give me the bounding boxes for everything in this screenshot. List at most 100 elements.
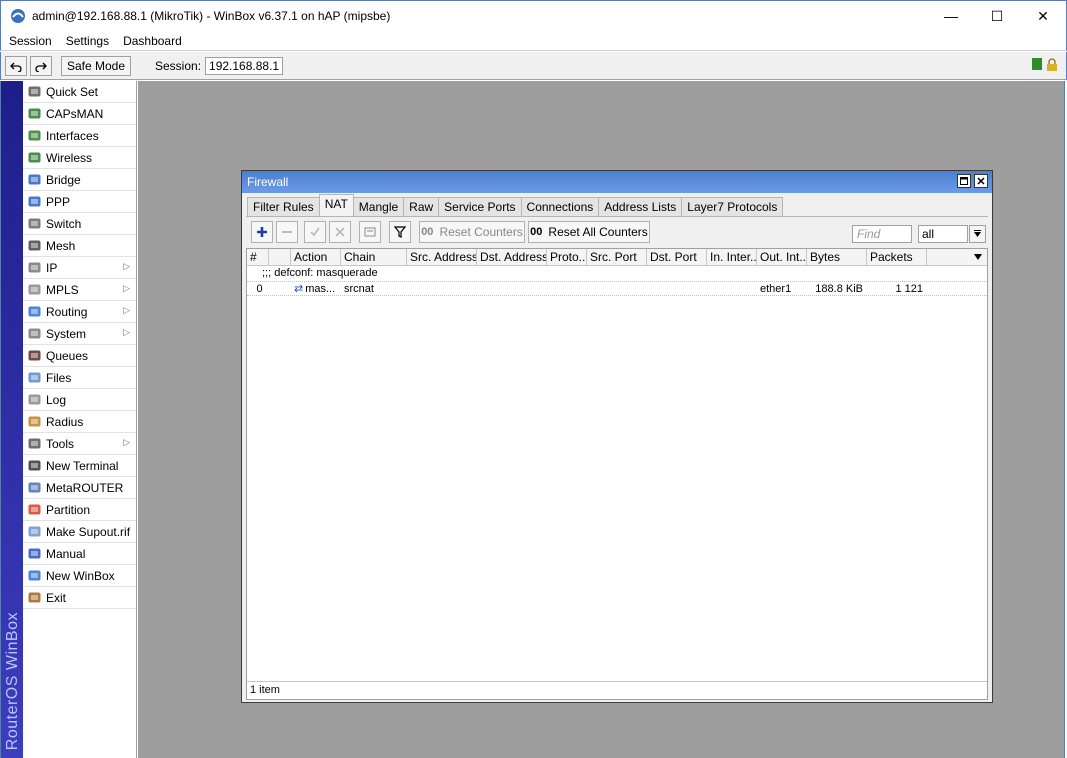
- filter-select-dropdown[interactable]: [969, 225, 986, 243]
- menu-session[interactable]: Session: [9, 34, 52, 48]
- cell-dst-port: [647, 282, 707, 295]
- firewall-maximize-button[interactable]: [957, 174, 971, 188]
- queues-icon: [26, 348, 42, 364]
- tab-layer7-protocols[interactable]: Layer7 Protocols: [681, 197, 784, 216]
- column-header[interactable]: [269, 249, 291, 265]
- sidebar-item-routing[interactable]: Routing ▷: [23, 301, 136, 323]
- sidebar-item-label: MPLS: [46, 282, 79, 297]
- counter-all-icon: 00: [530, 225, 543, 238]
- tab-connections[interactable]: Connections: [520, 197, 600, 216]
- sidebar-item-interfaces[interactable]: Interfaces: [23, 125, 136, 147]
- firewall-title: Firewall: [247, 175, 289, 189]
- metarouter-icon: [26, 480, 42, 496]
- sidebar-item-new-winbox[interactable]: New WinBox: [23, 565, 136, 587]
- filter-select[interactable]: all: [918, 225, 968, 243]
- menu-dashboard[interactable]: Dashboard: [123, 34, 182, 48]
- column-header[interactable]: Dst. Port: [647, 249, 707, 265]
- sidebar-item-quick-set[interactable]: Quick Set: [23, 81, 136, 103]
- sidebar: Quick Set CAPsMAN Interfaces Wireless Bridge…: [23, 81, 137, 758]
- comment-button[interactable]: [359, 220, 381, 243]
- radius-icon: [26, 414, 42, 430]
- sidebar-item-exit[interactable]: Exit: [23, 587, 136, 609]
- column-header[interactable]: Chain: [341, 249, 407, 265]
- sidebar-item-log[interactable]: Log: [23, 389, 136, 411]
- ppp-icon: [26, 194, 42, 210]
- column-chooser[interactable]: [927, 249, 987, 265]
- wand-icon: [26, 84, 42, 100]
- cell-action: ⇄ mas...: [291, 282, 341, 295]
- sidebar-item-capsman[interactable]: CAPsMAN: [23, 103, 136, 125]
- tab-mangle[interactable]: Mangle: [352, 197, 405, 216]
- pie-icon: [26, 502, 42, 518]
- enable-button[interactable]: [304, 220, 326, 243]
- sidebar-item-label: Partition: [46, 502, 91, 517]
- exit-icon: [26, 590, 42, 606]
- sidebar-item-manual[interactable]: Manual: [23, 543, 136, 565]
- status-icons: [1032, 58, 1058, 71]
- firewall-tabs: Filter Rules NAT Mangle Raw Service Ports Con…: [242, 194, 992, 216]
- tab-address-lists[interactable]: Address Lists: [598, 197, 683, 216]
- column-header[interactable]: Bytes: [807, 249, 867, 265]
- remove-button[interactable]: [276, 220, 298, 243]
- sidebar-item-wireless[interactable]: Wireless: [23, 147, 136, 169]
- safe-mode-button[interactable]: Safe Mode: [61, 55, 131, 76]
- sidebar-item-radius[interactable]: Radius: [23, 411, 136, 433]
- antenna-icon: [26, 106, 42, 122]
- brand-text: RouterOS WinBox: [4, 611, 21, 750]
- column-header[interactable]: Packets: [867, 249, 927, 265]
- sidebar-item-files[interactable]: Files: [23, 367, 136, 389]
- sidebar-item-new-terminal[interactable]: New Terminal: [23, 455, 136, 477]
- sidebar-item-queues[interactable]: Queues: [23, 345, 136, 367]
- cell-action-label: mas...: [305, 283, 336, 295]
- column-header[interactable]: Src. Address: [407, 249, 477, 265]
- tab-filter-rules[interactable]: Filter Rules: [247, 197, 320, 216]
- sidebar-item-label: Wireless: [46, 150, 93, 165]
- sidebar-item-label: MetaROUTER: [46, 480, 124, 495]
- sidebar-item-mpls[interactable]: MPLS ▷: [23, 279, 136, 301]
- table-row[interactable]: 0 ⇄ mas... srcnat ether1 188.8 KiB 1 121: [247, 281, 987, 296]
- redo-button[interactable]: [30, 55, 52, 76]
- main-toolbar: Safe Mode Session: 192.168.88.1: [0, 52, 1067, 80]
- sidebar-item-label: Exit: [46, 590, 67, 605]
- sidebar-item-system[interactable]: System ▷: [23, 323, 136, 345]
- reset-all-counters-button[interactable]: 00 Reset All Counters: [528, 220, 650, 243]
- add-button[interactable]: [251, 220, 273, 243]
- sidebar-item-bridge[interactable]: Bridge: [23, 169, 136, 191]
- sidebar-item-mesh[interactable]: Mesh: [23, 235, 136, 257]
- column-header[interactable]: Action: [291, 249, 341, 265]
- sidebar-item-metarouter[interactable]: MetaROUTER: [23, 477, 136, 499]
- sidebar-item-switch[interactable]: Switch: [23, 213, 136, 235]
- connection-status-icon: [1032, 58, 1042, 70]
- firewall-titlebar[interactable]: Firewall: [242, 171, 992, 193]
- firewall-close-button[interactable]: [974, 174, 988, 188]
- filter-button[interactable]: [389, 220, 411, 243]
- sidebar-item-label: Make Supout.rif: [46, 524, 131, 539]
- column-header[interactable]: Proto...: [547, 249, 587, 265]
- tab-nat[interactable]: NAT: [318, 194, 354, 216]
- tab-service-ports[interactable]: Service Ports: [438, 197, 522, 216]
- cell-out-interface: ether1: [760, 283, 792, 295]
- undo-button[interactable]: [5, 55, 27, 76]
- column-header[interactable]: Out. Int...: [757, 249, 807, 265]
- close-button[interactable]: ✕: [1020, 1, 1066, 31]
- sidebar-item-tools[interactable]: Tools ▷: [23, 433, 136, 455]
- sidebar-item-partition[interactable]: Partition: [23, 499, 136, 521]
- menu-settings[interactable]: Settings: [66, 34, 109, 48]
- tab-raw[interactable]: Raw: [403, 197, 440, 216]
- sidebar-item-ppp[interactable]: PPP: [23, 191, 136, 213]
- reset-all-counters-label: Reset All Counters: [548, 224, 648, 239]
- reset-counters-button[interactable]: 00 Reset Counters: [419, 220, 525, 243]
- routing-icon: [26, 304, 42, 320]
- column-header[interactable]: Src. Port: [587, 249, 647, 265]
- minimize-button[interactable]: —: [928, 1, 974, 31]
- sidebar-item-make-supout-rif[interactable]: Make Supout.rif: [23, 521, 136, 543]
- find-input[interactable]: Find: [852, 225, 912, 243]
- sidebar-item-ip[interactable]: IP ▷: [23, 257, 136, 279]
- column-header[interactable]: Dst. Address: [477, 249, 547, 265]
- session-address: 192.168.88.1: [205, 56, 284, 75]
- disable-button[interactable]: [329, 220, 351, 243]
- comment-icon: [364, 227, 376, 236]
- column-header[interactable]: In. Inter...: [707, 249, 757, 265]
- column-header[interactable]: #: [247, 249, 269, 265]
- maximize-button[interactable]: ☐: [974, 1, 1020, 31]
